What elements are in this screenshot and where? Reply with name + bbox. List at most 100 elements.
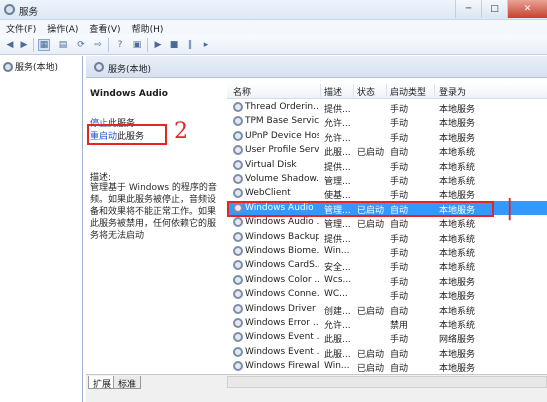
cell-status: 已启动 (357, 220, 385, 231)
refresh-icon[interactable]: ⟳ (75, 39, 87, 51)
service-gear-icon (233, 346, 243, 357)
table-row[interactable]: UPnP Device Host 允许... 手动 本地服务 (227, 129, 547, 144)
table-row[interactable]: Volume Shadow... 管理... 手动 本地系统 (227, 172, 547, 187)
cell-status: 已启动 (357, 306, 385, 317)
column-separator (386, 84, 387, 97)
console-tree-icon[interactable]: ▦ (38, 39, 50, 51)
cell-description: 提供... (324, 162, 351, 173)
refresh-view-icon[interactable]: ▤ (57, 39, 69, 51)
service-gear-icon (233, 246, 243, 256)
cell-startup-type: 手动 (390, 133, 409, 144)
annotation-number-1: | (506, 196, 514, 221)
table-row[interactable]: Windows Audio ... 管理... 已启动 自动 本地系统 (227, 215, 547, 231)
cell-logon-as: 本地服务 (439, 277, 476, 288)
tab-extended[interactable]: 扩展 (88, 376, 117, 390)
forward-icon[interactable]: ▶ (18, 39, 30, 51)
cell-description: 允许... (324, 119, 351, 130)
cell-description: 允许... (324, 133, 351, 144)
column-status[interactable]: 状态 (357, 85, 375, 98)
window-title: 服务 (19, 7, 39, 18)
cell-startup-type: 自动 (390, 364, 409, 374)
services-app-icon (4, 4, 15, 15)
cell-name: Windows Event ... (245, 346, 319, 357)
column-separator (320, 84, 321, 97)
table-row[interactable]: Windows Color ... Wcs... 手动 本地服务 (227, 273, 547, 288)
column-description[interactable]: 描述 (324, 85, 342, 98)
maximize-button[interactable]: □ (481, 0, 507, 18)
cell-logon-as: 本地系统 (439, 162, 476, 173)
table-row[interactable]: Windows Event ... 此服... 手动 网络服务 (227, 330, 547, 346)
table-row[interactable]: Windows Firewall Win... 已启动 自动 本地服务 (227, 359, 547, 374)
table-row[interactable]: Windows CardS... 安全... 手动 本地系统 (227, 258, 547, 274)
help-icon[interactable]: ? (114, 39, 126, 51)
service-gear-icon (233, 116, 243, 127)
cell-startup-type: 手动 (390, 162, 409, 173)
menu-file[interactable]: 文件(F) (0, 20, 41, 35)
cell-name: Windows Error ... (245, 318, 319, 328)
cell-status: 已启动 (357, 148, 385, 159)
stop-icon[interactable]: ■ (168, 39, 180, 51)
table-row[interactable]: WebClient 使基... 手动 本地服务 (227, 186, 547, 202)
cell-startup-type: 手动 (390, 191, 409, 202)
service-gear-icon (233, 145, 243, 156)
cell-startup-type: 手动 (390, 177, 409, 187)
service-gear-icon (233, 188, 243, 199)
table-row[interactable]: Windows Driver ... 创建... 已启动 自动 本地系统 (227, 302, 547, 317)
services-icon (94, 62, 104, 72)
cell-name: Windows Audio ... (245, 217, 319, 228)
cell-description: 此服... (324, 349, 351, 360)
cell-startup-type: 手动 (390, 277, 409, 288)
cell-logon-as: 本地系统 (439, 234, 476, 245)
table-row[interactable]: User Profile Serv... 此服... 已启动自动 本地系统 (227, 143, 547, 159)
cell-name: UPnP Device Host (245, 130, 319, 141)
cell-logon-as: 本地系统 (439, 148, 476, 159)
table-row[interactable]: Windows Backup 提供... 手动 本地系统 (227, 230, 547, 245)
table-row[interactable]: Windows Biome... Win... 手动 本地系统 (227, 244, 547, 259)
pause-icon[interactable]: ‖ (184, 39, 196, 51)
tree-item-label: 服务(本地) (15, 63, 59, 73)
tab-standard[interactable]: 标准 (113, 376, 142, 390)
cell-name: Thread Orderin... (245, 102, 319, 112)
service-gear-icon (233, 159, 243, 170)
cell-logon-as: 网络服务 (439, 335, 476, 346)
tree-item-services-local[interactable]: 服务(本地) (3, 60, 58, 73)
service-gear-icon (233, 303, 243, 314)
menu-view[interactable]: 查看(V) (83, 20, 125, 35)
back-icon[interactable]: ◀ (4, 39, 16, 51)
menu-bar: 文件(F) 操作(A) 查看(V) 帮助(H) (0, 20, 547, 35)
table-row[interactable]: Thread Orderin... 提供... 手动 本地服务 (227, 100, 547, 115)
view-tabs: 扩展 标准 (86, 374, 547, 402)
horizontal-scrollbar[interactable] (227, 376, 547, 388)
cell-description: 此服... (324, 335, 351, 346)
cell-startup-type: 禁用 (390, 321, 409, 331)
export-icon[interactable]: ⇨ (92, 39, 104, 51)
table-row[interactable]: Virtual Disk 提供... 手动 本地系统 (227, 158, 547, 173)
column-startup-type[interactable]: 启动类型 (390, 85, 426, 98)
menu-action[interactable]: 操作(A) (41, 20, 83, 35)
minimize-button[interactable]: ─ (455, 0, 481, 18)
annotation-box-selected-row (227, 201, 494, 217)
column-logon-as[interactable]: 登录为 (439, 85, 466, 98)
annotation-number-2: 2 (174, 119, 188, 144)
cell-startup-type: 自动 (390, 306, 409, 317)
restart-icon[interactable]: ▸ (200, 39, 212, 51)
table-row[interactable]: Windows Conne... WC... 手动 本地服务 (227, 287, 547, 302)
service-gear-icon (233, 260, 243, 271)
cell-logon-as: 本地系统 (439, 249, 476, 259)
table-row[interactable]: Windows Event ... 此服... 已启动 自动 本地服务 (227, 345, 547, 360)
cell-logon-as: 本地系统 (439, 220, 476, 231)
properties-icon[interactable]: ▣ (131, 39, 143, 51)
cell-logon-as: 本地系统 (439, 263, 476, 274)
cell-startup-type: 自动 (390, 349, 409, 360)
service-gear-icon (233, 274, 243, 285)
table-row[interactable]: TPM Base Servic... 允许... 手动 本地服务 (227, 114, 547, 130)
column-name[interactable]: 名称 (233, 85, 251, 98)
close-button[interactable]: ✕ (507, 0, 547, 18)
menu-help[interactable]: 帮助(H) (126, 20, 169, 35)
table-row[interactable]: Windows Error ... 允许... 禁用 本地系统 (227, 316, 547, 331)
start-icon[interactable]: ▶ (152, 39, 164, 51)
service-gear-icon (233, 318, 243, 328)
cell-logon-as: 本地服务 (439, 349, 476, 360)
service-detail-pane: Windows Audio 停止此服务 重启动此服务 描述: 管理基于 Wind… (86, 78, 227, 374)
cell-name: Windows Color ... (245, 274, 319, 285)
